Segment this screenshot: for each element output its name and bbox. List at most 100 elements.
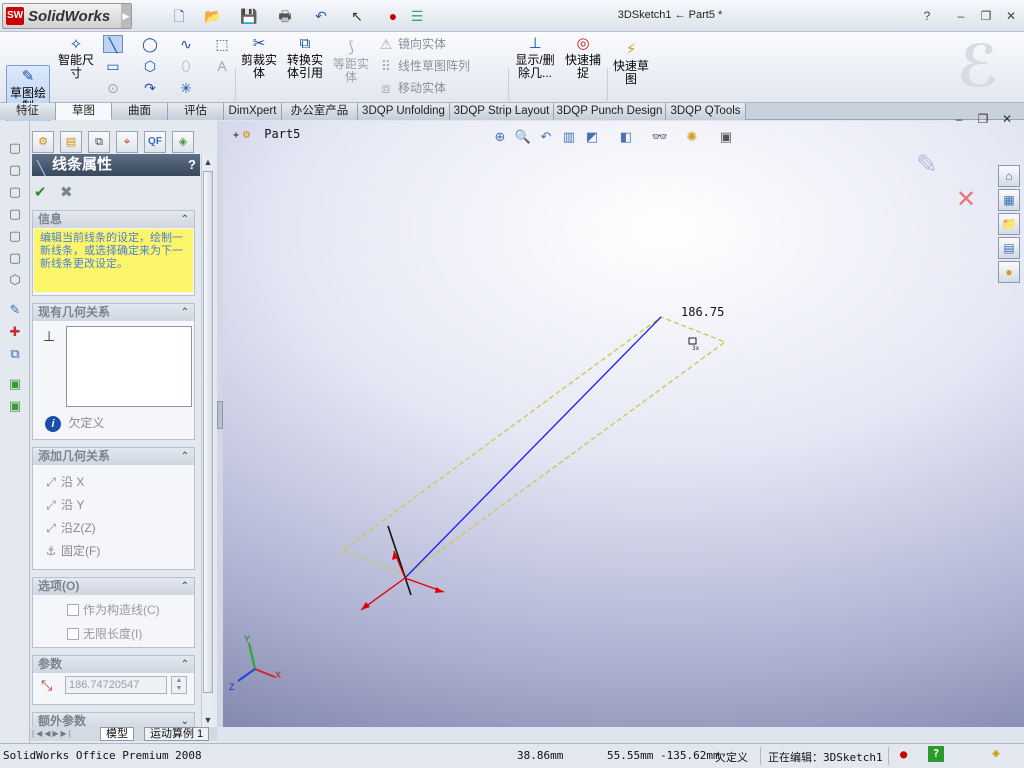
tab-motion-study[interactable]: 运动算例 1 — [144, 727, 210, 741]
box-view-icon[interactable]: ⬡ — [6, 271, 24, 288]
box-view-icon[interactable]: ▢ — [6, 227, 24, 244]
minimize-button[interactable]: ‒ — [952, 7, 970, 25]
sketch-line[interactable] — [404, 316, 662, 579]
infinite-check-box[interactable] — [67, 628, 79, 640]
existing-relations-header[interactable]: 现有几何关系 ⌃ — [33, 304, 194, 321]
tag-icon[interactable]: ◈ — [992, 746, 1000, 761]
box-view-icon[interactable]: ▢ — [6, 183, 24, 200]
polygon-tool-icon[interactable]: ⬡ — [140, 57, 160, 75]
configuration-manager-tab-icon[interactable]: ⧉ — [88, 131, 110, 153]
feature-manager-tab-icon[interactable]: ⚙ — [32, 131, 54, 153]
collapse-icon[interactable]: ⌃ — [181, 656, 189, 673]
trim-button[interactable]: ✂ 剪裁实体 — [238, 36, 280, 80]
menu-expand-icon[interactable]: ▶ — [121, 4, 131, 28]
property-manager-tab-icon[interactable]: ▤ — [60, 131, 82, 153]
tab-sketch[interactable]: 草图 — [56, 103, 112, 120]
along-z-relation[interactable]: ⤢ 沿Z(Z) — [41, 518, 95, 538]
tab-features[interactable]: 特征 — [0, 103, 56, 120]
options-header[interactable]: 选项(O) ⌃ — [33, 578, 194, 595]
text-tool-icon[interactable]: A — [212, 57, 232, 75]
display-manager-tab-icon[interactable]: ◈ — [172, 131, 194, 153]
rebuild-status-icon[interactable]: ● — [900, 747, 907, 761]
rectangle-tool-icon[interactable]: ▭ — [103, 57, 123, 75]
add-relation-icon[interactable]: ✚ — [6, 323, 24, 340]
point-tool-icon[interactable]: ⊙ — [103, 79, 123, 97]
line-tool-icon[interactable]: ╲ — [103, 35, 123, 53]
convert-entities-button[interactable]: ⧉ 转换实体引用 — [284, 36, 326, 80]
close-button[interactable]: ✕ — [1002, 7, 1020, 25]
box-view-icon[interactable]: ▢ — [6, 205, 24, 222]
box-view-icon[interactable]: ▢ — [6, 139, 24, 156]
tab-3dqp-qtools[interactable]: 3DQP QTools — [666, 103, 746, 120]
restore-button[interactable]: ❐ — [977, 7, 995, 25]
scroll-up-icon[interactable]: ▲ — [202, 155, 214, 169]
length-input[interactable]: 186.74720547 — [65, 676, 167, 694]
offset-entities-button[interactable]: ⟆ 等距实体 — [330, 40, 372, 84]
tab-3dqp-punch-design[interactable]: 3DQP Punch Design — [554, 103, 666, 120]
display-delete-relations-button[interactable]: ⊥ 显示/删除几... — [512, 36, 558, 80]
box-view-icon[interactable]: ▢ — [6, 249, 24, 266]
collapse-icon[interactable]: ⌃ — [181, 211, 189, 228]
move-entities-button[interactable]: ⧈ 移动实体 — [376, 79, 506, 99]
tab-evaluate[interactable]: 评估 — [168, 103, 224, 120]
collapse-icon[interactable]: ⌃ — [181, 578, 189, 595]
collapse-icon[interactable]: ⌃ — [181, 304, 189, 321]
ellipse-tool-icon[interactable]: ⬯ — [176, 57, 196, 75]
select-icon[interactable]: ↖ — [344, 7, 370, 25]
solidworks-menu-button[interactable]: SW SolidWorks ▶ — [2, 3, 132, 29]
tab-scroll-arrows[interactable]: |◀◀▶▶| — [32, 727, 98, 741]
along-x-relation[interactable]: ⤢ 沿 X — [41, 472, 84, 492]
length-spinner[interactable]: ▲ ▼ — [171, 676, 187, 694]
construction-checkbox[interactable]: 作为构造线(C) — [67, 601, 160, 618]
tab-3dqp-strip-layout[interactable]: 3DQP Strip Layout — [450, 103, 554, 120]
new-document-icon[interactable]: 🗋 — [166, 7, 192, 25]
qf-tab-icon[interactable]: QF — [144, 131, 166, 153]
add-relations-header[interactable]: 添加几何关系 ⌃ — [33, 448, 194, 465]
tab-model[interactable]: 模型 — [100, 727, 134, 741]
collapse-icon[interactable]: ⌃ — [181, 448, 189, 465]
edit-sketch-icon[interactable]: ✎ — [6, 301, 24, 318]
parameters-header[interactable]: 参数 ⌃ — [33, 656, 194, 673]
asterisk-tool-icon[interactable]: ✳ — [176, 79, 196, 97]
relations-list[interactable] — [66, 326, 192, 407]
layer-icon[interactable]: ▣ — [6, 397, 24, 414]
grid-tool-icon[interactable]: ⬚ — [212, 35, 232, 53]
along-y-relation[interactable]: ⤢ 沿 Y — [41, 495, 84, 515]
scroll-down-icon[interactable]: ▼ — [202, 713, 214, 727]
scroll-thumb[interactable] — [203, 171, 213, 693]
tab-surfaces[interactable]: 曲面 — [112, 103, 168, 120]
undo-icon[interactable]: ↶ — [308, 7, 334, 25]
rapid-sketch-button[interactable]: ⚡ 快速草图 — [611, 42, 651, 86]
fix-relation[interactable]: ⚓ 固定(F) — [41, 541, 101, 561]
quick-snap-button[interactable]: ◎ 快速捕捉 — [562, 36, 604, 80]
help-icon[interactable]: ? — [918, 7, 936, 25]
ok-button[interactable]: ✔ — [34, 183, 47, 201]
mirror-entities-button[interactable]: ⚠ 镜向实体 — [376, 35, 506, 55]
print-icon[interactable]: 🖶 — [272, 7, 298, 25]
box-view-icon[interactable]: ▢ — [6, 161, 24, 178]
pm-help-icon[interactable]: ? — [188, 154, 196, 176]
infinite-length-checkbox[interactable]: 无限长度(I) — [67, 625, 142, 642]
graphics-viewport[interactable]: + ⚙ Part5 ⊕ 🔍 ↶ ▥ ◩ ◧ 👓 ✺ ▣ ‒ ❐ ✕ ✎ ✕ ⌂ ▦… — [223, 112, 1024, 727]
circle-tool-icon[interactable]: ◯ — [140, 35, 160, 53]
tab-3dqp-unfolding[interactable]: 3DQP Unfolding — [358, 103, 450, 120]
tab-office-products[interactable]: 办公室产品 — [282, 103, 358, 120]
command-manager-tabs: 特征 草图 曲面 评估 DimXpert 办公室产品 3DQP Unfoldin… — [0, 103, 1024, 120]
pm-scrollbar[interactable]: ▲ ▼ — [201, 155, 214, 727]
rebuild-icon[interactable]: ● — [380, 7, 406, 25]
options-icon[interactable]: ☰ — [404, 7, 430, 25]
layer-icon[interactable]: ▣ — [6, 375, 24, 392]
cancel-button[interactable]: ✖ — [60, 183, 73, 201]
info-group-header[interactable]: 信息 ⌃ — [33, 211, 194, 228]
linear-pattern-button[interactable]: ⠿ 线性草图阵列 — [376, 57, 506, 77]
relations-icon[interactable]: ⧉ — [6, 345, 24, 362]
help-status-icon[interactable]: ? — [928, 746, 944, 762]
open-icon[interactable]: 📂 — [200, 7, 226, 25]
save-icon[interactable]: 💾 — [236, 7, 262, 25]
smart-dimension-button[interactable]: ⟡ 智能尺寸 — [55, 36, 97, 80]
fillet-tool-icon[interactable]: ↷ — [140, 79, 160, 97]
tab-dimxpert[interactable]: DimXpert — [224, 103, 282, 120]
dimxpert-manager-tab-icon[interactable]: ⌖ — [116, 131, 138, 153]
construction-check-box[interactable] — [67, 604, 79, 616]
spline-tool-icon[interactable]: ∿ — [176, 35, 196, 53]
